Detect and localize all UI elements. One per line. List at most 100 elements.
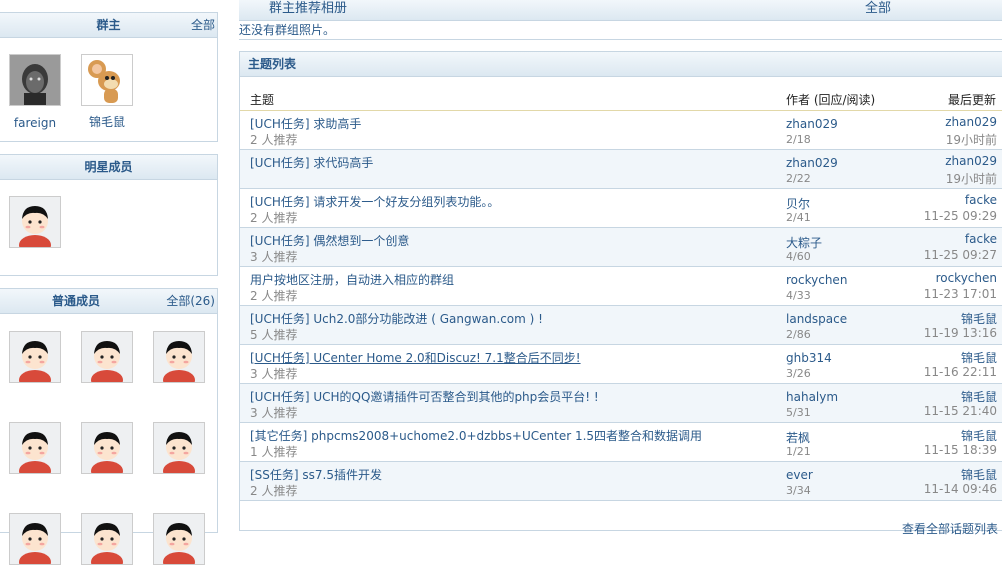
topic-reply-view-count: 3/34 — [786, 484, 811, 497]
default-avatar[interactable] — [9, 196, 61, 248]
default-avatar-icon — [10, 332, 60, 382]
topics-title: 主题列表 — [240, 52, 1002, 77]
default-avatar-icon — [10, 423, 60, 473]
topic-reply-view-count: 5/31 — [786, 406, 811, 419]
album-header: 群主推荐相册 全部 — [239, 0, 1002, 21]
topic-recommend-count: 2 人推荐 — [250, 211, 298, 225]
topic-author-link[interactable]: zhan029 — [786, 117, 838, 131]
avatar-fareign[interactable] — [9, 54, 61, 106]
default-avatar-icon — [154, 332, 204, 382]
topic-last-user-link[interactable]: 锦毛鼠 — [961, 466, 997, 483]
topic-author-link[interactable]: 大粽子 — [786, 234, 822, 251]
topic-recommend-count: 2 人推荐 — [250, 484, 298, 498]
topic-row: [UCH任务] UCH的QQ邀请插件可否整合到其他的php会员平台! ! 3 人推… — [240, 384, 1002, 423]
topic-last-time: 11-16 22:11 — [923, 365, 997, 379]
topic-recommend-count: 1 人推荐 — [250, 445, 298, 459]
topic-title-link[interactable]: [其它任务] phpcms2008+uchome2.0+dzbbs+UCente… — [250, 427, 702, 444]
topic-row: [UCH任务] 求代码高手 zhan029 2/22 zhan029 19小时前 — [240, 150, 1002, 189]
topic-recommend-count: 2 人推荐 — [250, 289, 298, 303]
topic-last-user-link[interactable]: zhan029 — [945, 154, 997, 168]
album-title: 群主推荐相册 — [269, 1, 348, 16]
main-content: 群主推荐相册 全部 还没有群组照片。 主题列表 主题 作者 (回应/阅读) 最后… — [239, 0, 1002, 536]
topic-title-link[interactable]: [UCH任务] 求助高手 — [250, 115, 361, 132]
col-last-update: 最后更新 — [947, 93, 996, 107]
topic-reply-view-count: 1/21 — [786, 445, 811, 458]
topic-title-link[interactable]: 用户按地区注册，自动进入相应的群组 — [250, 271, 454, 288]
topic-author-link[interactable]: 若枫 — [786, 429, 810, 446]
topic-reply-view-count: 4/33 — [786, 289, 811, 302]
topic-reply-view-count: 4/60 — [786, 250, 811, 263]
topic-last-time: 11-14 09:46 — [923, 482, 997, 496]
member-avatar[interactable] — [9, 422, 61, 474]
default-avatar-icon — [82, 423, 132, 473]
topic-row: 用户按地区注册，自动进入相应的群组 2 人推荐 rockychen 4/33 rocky… — [240, 267, 1002, 306]
star-members-panel: 明星成员 — [0, 154, 218, 276]
topic-author-link[interactable]: ever — [786, 468, 813, 482]
topic-title-link[interactable]: [UCH任务] 求代码高手 — [250, 154, 373, 171]
topic-author-link[interactable]: zhan029 — [786, 156, 838, 170]
topic-title-link[interactable]: [UCH任务] 请求开发一个好友分组列表功能。。 — [250, 193, 499, 210]
topic-last-time: 19小时前 — [945, 133, 997, 147]
topic-row: [UCH任务] 偶然想到一个创意 3 人推荐 大粽子 4/60 facke 11-25 0… — [240, 228, 1002, 267]
col-subject: 主题 — [250, 93, 275, 107]
topic-reply-view-count: 2/22 — [786, 172, 811, 185]
topic-row: [其它任务] phpcms2008+uchome2.0+dzbbs+UCente… — [240, 423, 1002, 462]
star-members-header: 明星成员 — [0, 155, 217, 180]
topic-title-link[interactable]: [UCH任务] 偶然想到一个创意 — [250, 232, 409, 249]
topic-author-link[interactable]: ghb314 — [786, 351, 832, 365]
cartoon-mouse-icon — [82, 55, 132, 105]
topic-title-link[interactable]: [UCH任务] Uch2.0部分功能改进 ( Gangwan.com ) ! — [250, 310, 543, 327]
topic-author-link[interactable]: landspace — [786, 312, 847, 326]
topic-last-user-link[interactable]: 锦毛鼠 — [961, 349, 997, 366]
member-avatar[interactable] — [153, 513, 205, 565]
topic-reply-view-count: 3/26 — [786, 367, 811, 380]
member-name-fareign[interactable]: fareign — [3, 116, 67, 130]
members-header: 普通成员 全部(26) — [0, 289, 217, 314]
album-all-link[interactable]: 全部 — [865, 0, 891, 18]
default-avatar-icon — [154, 423, 204, 473]
topic-author-link[interactable]: 贝尔 — [786, 195, 810, 212]
topic-author-link[interactable]: rockychen — [786, 273, 847, 287]
topic-author-link[interactable]: hahalym — [786, 390, 838, 404]
member-name-mouse[interactable]: 锦毛鼠 — [75, 113, 139, 130]
topic-last-user-link[interactable]: 锦毛鼠 — [961, 427, 997, 444]
topic-last-user-link[interactable]: rockychen — [936, 271, 997, 285]
owners-all-link[interactable]: 全部 — [191, 13, 215, 37]
default-avatar-icon — [82, 514, 132, 564]
members-panel: 普通成员 全部(26) — [0, 288, 218, 565]
album-empty-message: 还没有群组照片。 — [239, 23, 336, 37]
topic-last-user-link[interactable]: facke — [965, 193, 997, 207]
member-avatar[interactable] — [81, 422, 133, 474]
topic-last-time: 11-25 09:27 — [923, 248, 997, 262]
default-avatar-icon — [154, 514, 204, 564]
topic-recommend-count: 5 人推荐 — [250, 328, 298, 342]
topic-last-user-link[interactable]: facke — [965, 232, 997, 246]
members-all-link[interactable]: 全部(26) — [166, 289, 215, 313]
topic-reply-view-count: 2/86 — [786, 328, 811, 341]
topic-row: [UCH任务] 请求开发一个好友分组列表功能。。 2 人推荐 贝尔 2/41 facke… — [240, 189, 1002, 228]
member-avatar[interactable] — [81, 513, 133, 565]
default-avatar-icon — [10, 197, 60, 247]
topic-title-link[interactable]: [UCH任务] UCH的QQ邀请插件可否整合到其他的php会员平台! ! — [250, 388, 599, 405]
topic-last-time: 11-25 09:29 — [923, 209, 997, 223]
album-divider — [239, 39, 1002, 40]
topic-last-time: 11-19 13:16 — [923, 326, 997, 340]
topic-title-link[interactable]: [UCH任务] UCenter Home 2.0和Discuz! 7.1整合后不… — [250, 349, 581, 366]
topic-recommend-count: 3 人推荐 — [250, 367, 298, 381]
member-avatar[interactable] — [81, 331, 133, 383]
avatar-mouse[interactable] — [81, 54, 133, 106]
topics-panel: 主题列表 主题 作者 (回应/阅读) 最后更新 [UCH任务] 求助高手 2 人推… — [239, 51, 1002, 531]
topic-last-user-link[interactable]: 锦毛鼠 — [961, 388, 997, 405]
member-avatar[interactable] — [9, 513, 61, 565]
member-avatar[interactable] — [153, 422, 205, 474]
topic-row: [UCH任务] UCenter Home 2.0和Discuz! 7.1整合后不… — [240, 345, 1002, 384]
topic-recommend-count: 3 人推荐 — [250, 406, 298, 420]
star-members-title: 明星成员 — [84, 160, 133, 174]
member-avatar[interactable] — [9, 331, 61, 383]
topic-last-user-link[interactable]: zhan029 — [945, 115, 997, 129]
topic-row: [SS任务] ss7.5插件开发 2 人推荐 ever 3/34 锦毛鼠 11-14 09… — [240, 462, 1002, 501]
member-avatar[interactable] — [153, 331, 205, 383]
topic-title-link[interactable]: [SS任务] ss7.5插件开发 — [250, 466, 382, 483]
topic-last-user-link[interactable]: 锦毛鼠 — [961, 310, 997, 327]
view-all-topics-link[interactable]: 查看全部话题列表 — [902, 520, 998, 537]
